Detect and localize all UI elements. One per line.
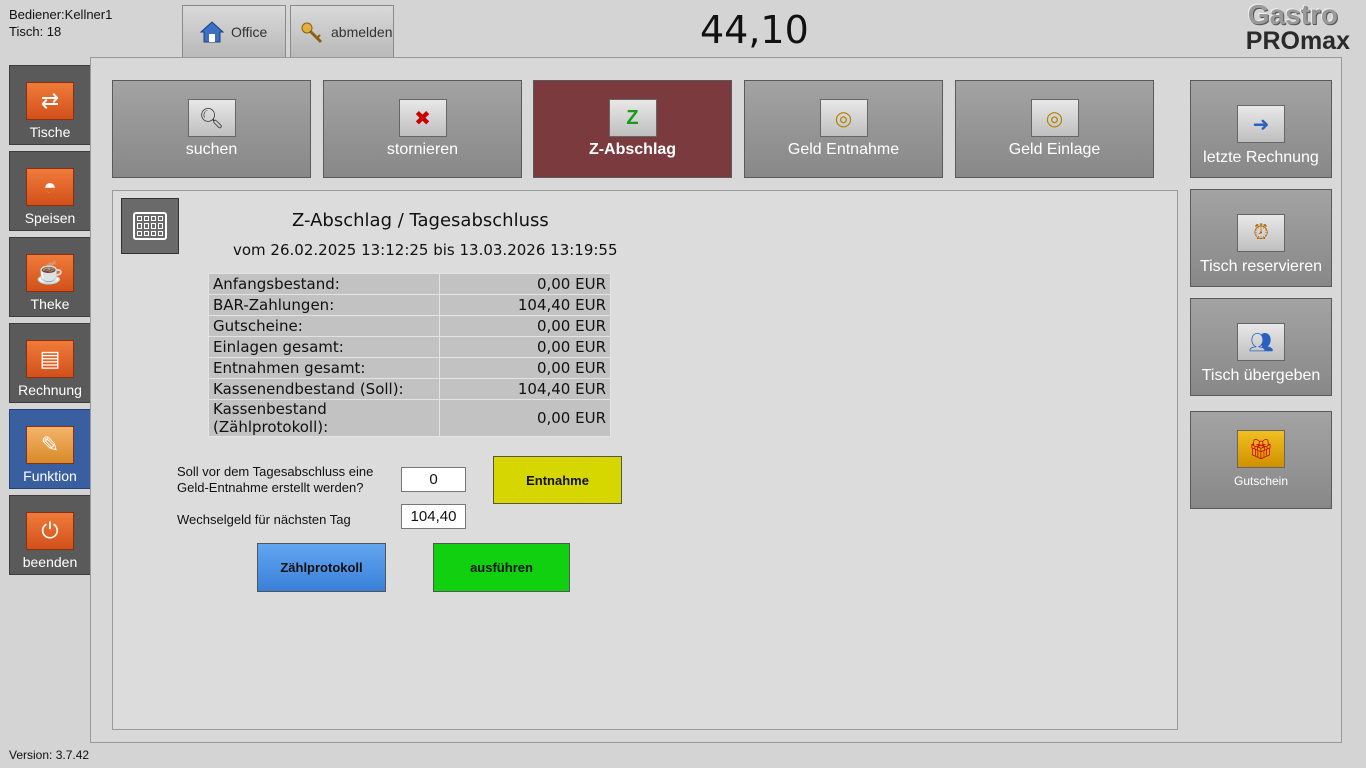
row-label: Anfangsbestand: [208,273,440,295]
table-row: Kassenendbestand (Soll): 104,40 EUR [208,378,611,400]
row-label: BAR-Zahlungen: [208,294,440,316]
row-label: Entnahmen gesamt: [208,357,440,379]
voucher-button[interactable]: 🎁︎ Gutschein [1190,411,1332,509]
reserve-table-button[interactable]: ⏰︎ Tisch reservieren [1190,189,1332,287]
cash-summary-table: Anfangsbestand: 0,00 EUR BAR-Zahlungen: … [208,273,611,437]
sidebar-item-label: Tische [29,124,71,140]
sidebar-item-tables[interactable]: ⇄ Tische [9,65,91,145]
table-row: Gutscheine: 0,00 EUR [208,315,611,337]
app-logo: Gastro PROmax [1245,0,1350,55]
cancel-label: stornieren [386,141,459,158]
house-icon [199,19,225,45]
withdrawal-question-line-2: Geld-Entnahme erstellt werden? [177,480,364,495]
cash-withdrawal-label: Geld Entnahme [787,141,900,158]
sidebar-item-label: Theke [30,296,70,312]
cash-deposit-button[interactable]: ◎ Geld Einlage [955,80,1154,178]
row-value: 0,00 EUR [439,273,611,295]
report-period: vom 26.02.2025 13:12:25 bis 13.03.2026 1… [233,241,618,259]
coins-out-icon: ◎ [819,99,868,137]
alarm-clock-icon: ⏰︎ [1237,214,1285,252]
withdrawal-button[interactable]: Entnahme [493,456,622,504]
sidebar-item-bill[interactable]: ▤ Rechnung [9,323,91,403]
row-value: 0,00 EUR [439,315,611,337]
count-protocol-button[interactable]: Zählprotokoll [257,543,386,592]
sidebar-item-functions[interactable]: ✎ Funktion [9,409,91,489]
withdrawal-amount-field[interactable]: 0 [401,467,466,492]
row-label: Kassenbestand (Zählprotokoll): [208,399,440,437]
row-value: 0,00 EUR [439,357,611,379]
cloche-icon: ◓ [26,168,74,206]
table-row: BAR-Zahlungen: 104,40 EUR [208,294,611,316]
cash-deposit-label: Geld Einlage [1008,141,1101,158]
row-value: 104,40 EUR [439,378,611,400]
cancel-receipt-icon: ✖ [398,99,447,137]
sidebar-item-label: Speisen [24,210,76,226]
last-invoice-label: letzte Rechnung [1203,149,1319,166]
sidebar-item-bar[interactable]: ☕ Theke [9,237,91,317]
cash-withdrawal-button[interactable]: ◎ Geld Entnahme [744,80,943,178]
z-report-button[interactable]: Z Z-Abschlag [533,80,732,178]
operator-label: Bediener:Kellner1 [9,7,113,22]
reserve-table-label: Tisch reservieren [1199,258,1323,275]
z-report-icon: Z [608,99,657,137]
arrows-icon: ⇄ [26,82,74,120]
function-panel-icon: ✎ [26,426,74,464]
sidebar-item-label: Rechnung [18,382,82,398]
coins-in-icon: ◎ [1030,99,1079,137]
power-icon: ⏻ [26,512,74,550]
row-label: Kassenendbestand (Soll): [208,378,440,400]
office-button[interactable]: Office [182,5,286,58]
row-label: Einlagen gesamt: [208,336,440,358]
sidebar-item-label: Funktion [23,468,77,484]
logo-line-1: Gastro [1247,0,1338,30]
magnifier-icon: 🔍︎ [187,99,236,137]
search-button[interactable]: 🔍︎ suchen [112,80,311,178]
table-label: Tisch: 18 [9,24,62,39]
office-label: Office [231,24,268,40]
table-row: Kassenbestand (Zählprotokoll): 0,00 EUR [208,399,611,437]
transfer-table-label: Tisch übergeben [1201,367,1321,384]
logout-button[interactable]: abmelden [290,5,394,58]
users-icon: 👥︎ [1237,323,1285,361]
z-report-content [112,190,1178,730]
row-value: 104,40 EUR [439,294,611,316]
table-row: Entnahmen gesamt: 0,00 EUR [208,357,611,379]
report-title: Z-Abschlag / Tagesabschluss [292,210,549,231]
search-label: suchen [185,141,238,158]
coffee-cup-icon: ☕ [26,254,74,292]
table-row: Anfangsbestand: 0,00 EUR [208,273,611,295]
withdrawal-question-line-1: Soll vor dem Tagesabschluss eine [177,464,374,479]
cancel-button[interactable]: ✖ stornieren [323,80,522,178]
execute-button[interactable]: ausführen [433,543,570,592]
keyboard-button[interactable] [121,198,179,254]
change-label: Wechselgeld für nächsten Tag [177,512,351,527]
keyboard-icon [133,212,167,240]
keys-icon [299,19,325,45]
version-label: Version: 3.7.42 [9,748,90,762]
session-info: Bediener:Kellner1 Tisch: 18 [9,6,112,40]
voucher-icon: 🎁︎ [1237,430,1285,468]
transfer-table-button[interactable]: 👥︎ Tisch übergeben [1190,298,1332,396]
voucher-label: Gutschein [1233,474,1289,488]
table-total: 44,10 [700,8,809,52]
row-value: 0,00 EUR [439,336,611,358]
arrow-right-icon: ➜ [1237,105,1285,143]
change-amount-field[interactable]: 104,40 [401,504,466,529]
table-row: Einlagen gesamt: 0,00 EUR [208,336,611,358]
row-value: 0,00 EUR [439,399,611,437]
sidebar-item-label: beenden [22,554,78,570]
last-invoice-button[interactable]: ➜ letzte Rechnung [1190,80,1332,178]
z-report-label: Z-Abschlag [588,141,677,158]
logo-line-2: PROmax [1245,27,1350,55]
receipt-printer-icon: ▤ [26,340,74,378]
withdrawal-question: Soll vor dem Tagesabschluss eine Geld-En… [177,464,373,496]
logout-label: abmelden [331,24,393,40]
sidebar-item-exit[interactable]: ⏻ beenden [9,495,91,575]
sidebar-item-food[interactable]: ◓ Speisen [9,151,91,231]
row-label: Gutscheine: [208,315,440,337]
